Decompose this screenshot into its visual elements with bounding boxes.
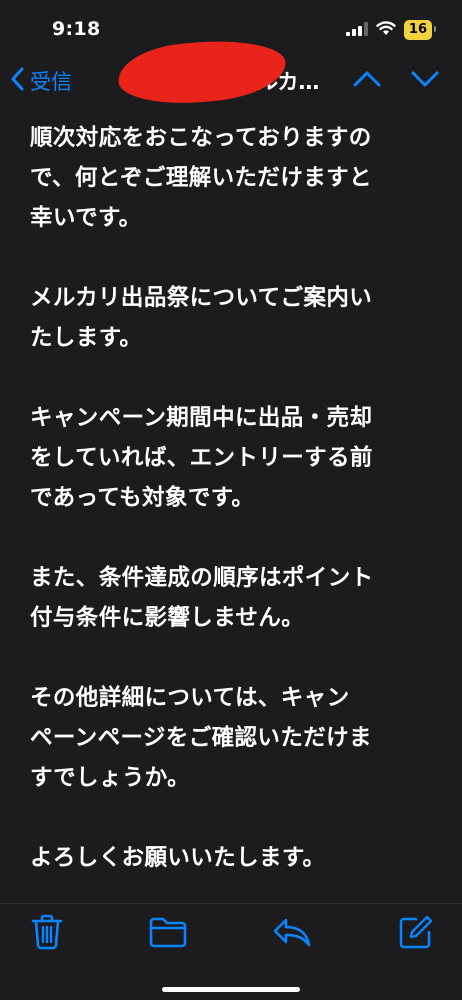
message-line: をしていれば、エントリーする前 <box>30 445 373 471</box>
message-line: で、何とぞご理解いただけますと <box>30 165 372 191</box>
message-paragraph: メルカリ出品祭についてご案内い たします。 <box>30 278 440 358</box>
reply-button[interactable] <box>272 916 312 952</box>
message-paragraph: また、条件達成の順序はポイント 付与条件に影響しません。 <box>30 558 440 638</box>
status-time: 9:18 <box>52 18 101 40</box>
chevron-left-icon <box>10 67 24 96</box>
compose-button[interactable] <box>398 914 434 954</box>
back-label: 受信 <box>30 70 72 94</box>
message-line: たします。 <box>30 325 143 351</box>
message-body: 順次対応をおこなっておりますの で、何とぞご理解いただけますと 幸いです。メルカリ出… <box>30 118 440 903</box>
message-paragraph: 順次対応をおこなっておりますの で、何とぞご理解いただけますと 幸いです。 <box>30 118 440 238</box>
compose-icon <box>399 915 433 949</box>
reply-icon <box>273 918 311 947</box>
previous-message-button[interactable] <box>352 68 382 94</box>
message-paragraph: その他詳細については、キャン ペーンページをご確認いただけま すでしょうか。 <box>30 678 440 798</box>
message-line: すでしょうか。 <box>30 765 191 791</box>
message-line: ペーンページをご確認いただけま <box>30 725 372 751</box>
message-line: また、条件達成の順序はポイント <box>30 565 374 591</box>
message-paragraph: キャンペーン期間中に出品・売却 をしていれば、エントリーする前 であっても対象です。 <box>30 398 440 518</box>
trash-button[interactable] <box>30 914 64 954</box>
signal-icon <box>345 21 368 40</box>
message-line: 順次対応をおこなっておりますの <box>30 125 372 151</box>
next-message-button[interactable] <box>410 68 440 94</box>
message-line: よろしくお願いいたします。 <box>30 845 326 871</box>
chevron-down-icon <box>411 71 439 87</box>
status-icons: 16 <box>345 20 437 40</box>
message-paragraph: よろしくお願いいたします。 <box>30 838 440 878</box>
message-line: メルカリ出品祭についてご案内い <box>30 285 373 311</box>
home-indicator <box>162 987 300 992</box>
message-line: キャンペーン期間中に出品・売却 <box>30 405 373 431</box>
bottom-toolbar <box>0 903 462 1000</box>
move-to-folder-button[interactable] <box>149 916 187 952</box>
chevron-up-icon <box>353 71 381 87</box>
folder-icon <box>149 917 187 948</box>
wifi-icon <box>376 20 396 40</box>
message-line: 幸いです。 <box>30 205 142 231</box>
message-line: その他詳細については、キャン <box>30 685 350 711</box>
trash-icon <box>31 914 63 950</box>
message-line: であっても対象です。 <box>30 485 255 511</box>
back-button[interactable]: 受信 <box>10 66 72 96</box>
message-line: 付与条件に影響しません。 <box>30 605 305 631</box>
battery-indicator: 16 <box>403 20 437 40</box>
